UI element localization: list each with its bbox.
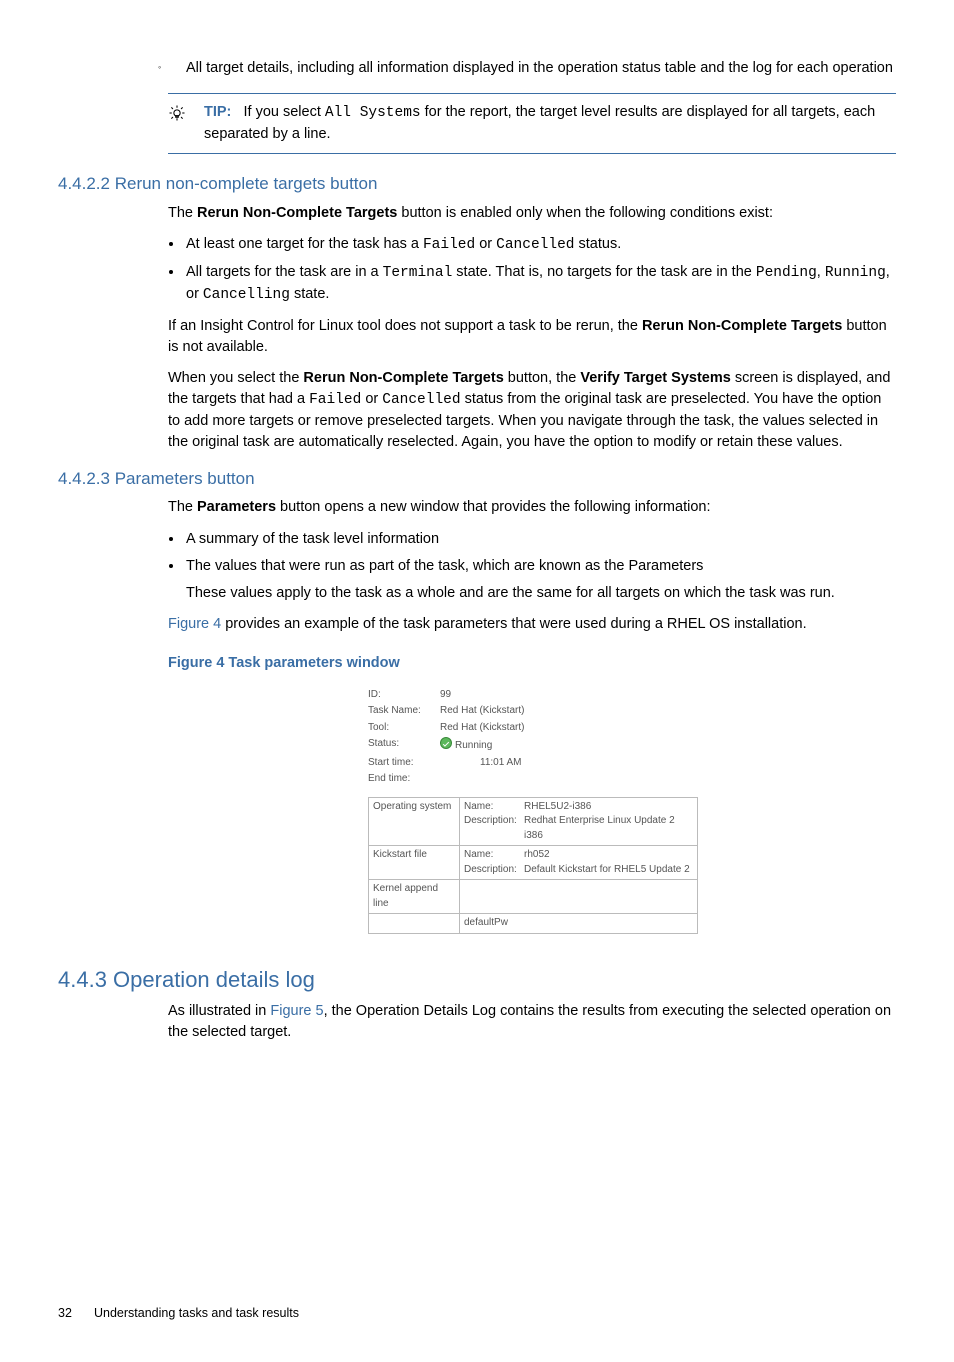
tip-icon [168, 102, 204, 145]
t: All targets for the task are in a [186, 264, 383, 280]
heading-443: 4.4.3 Operation details log [58, 964, 896, 996]
tip-callout: TIP: If you select All Systems for the r… [168, 93, 896, 154]
li-4423-2: The values that were run as part of the … [184, 556, 896, 604]
fig-row1-head: Operating system [369, 797, 460, 846]
table-row: Operating system Name:RHEL5U2-i386 Descr… [369, 797, 698, 846]
fig-params-table: Operating system Name:RHEL5U2-i386 Descr… [368, 797, 698, 934]
p-4422-2: If an Insight Control for Linux tool doe… [168, 316, 896, 358]
t: If an Insight Control for Linux tool doe… [168, 318, 642, 334]
t: rh052 [524, 848, 550, 863]
fig-status-label: Status: [368, 737, 440, 754]
fig-row1-cell: Name:RHEL5U2-i386 Description:Redhat Ent… [460, 797, 698, 846]
li-4422-2: All targets for the task are in a Termin… [184, 262, 896, 306]
t: Rerun Non-Complete Targets [303, 370, 503, 386]
t: The [168, 499, 197, 515]
fig-tool-label: Tool: [368, 721, 440, 736]
fig-row3-head: Kernel append line [369, 880, 460, 914]
t: The values that were run as part of the … [186, 558, 703, 574]
t: At least one target for the task has a [186, 236, 423, 252]
status-ok-icon [440, 737, 452, 749]
fig-row2-cell: Name:rh052 Description:Default Kickstart… [460, 846, 698, 880]
p-443: As illustrated in Figure 5, the Operatio… [168, 1001, 896, 1043]
t: Description: [464, 863, 524, 878]
fig-start-label: Start time: [368, 756, 440, 771]
fig-status-value: Running [440, 737, 698, 754]
t: Cancelling [203, 287, 290, 303]
tip-text: TIP: If you select All Systems for the r… [204, 102, 896, 145]
fig-end-value [440, 772, 698, 787]
fig-row4-cell: defaultPw [460, 914, 698, 934]
fig-row3-cell [460, 880, 698, 914]
top-bullet-text: All target details, including all inform… [186, 60, 893, 76]
t: The [168, 205, 197, 221]
p-4422-3: When you select the Rerun Non-Complete T… [168, 368, 896, 453]
footer-title: Understanding tasks and task results [94, 1306, 299, 1320]
t: Verify Target Systems [580, 370, 730, 386]
t: Name: [464, 800, 524, 815]
t: Description: [464, 814, 524, 843]
table-row: Kickstart file Name:rh052 Description:De… [369, 846, 698, 880]
table-row: defaultPw [369, 914, 698, 934]
page-number: 32 [58, 1304, 94, 1322]
t: Failed [423, 237, 475, 253]
page-footer: 32Understanding tasks and task results [58, 1304, 896, 1322]
top-sub-bullet: ◦All target details, including all infor… [186, 58, 896, 79]
t: Cancelled [496, 237, 574, 253]
t: Name: [464, 848, 524, 863]
t: or [361, 391, 382, 407]
t: When you select the [168, 370, 303, 386]
fig-start-value: 11:01 AM [440, 756, 698, 771]
p-4423-2: Figure 4 provides an example of the task… [168, 614, 896, 635]
t: button is enabled only when the followin… [397, 205, 773, 221]
tip-pre: If you select [243, 104, 324, 120]
t: Redhat Enterprise Linux Update 2 i386 [524, 814, 693, 843]
fig-id-label: ID: [368, 688, 440, 703]
li-4423-1: A summary of the task level information [184, 529, 896, 550]
t: Terminal [383, 265, 453, 281]
t: Running [455, 740, 492, 751]
t: state. That is, no targets for the task … [452, 264, 756, 280]
fig-taskname-value: Red Hat (Kickstart) [440, 704, 698, 719]
t: provides an example of the task paramete… [221, 616, 806, 632]
p-4422-1: The Rerun Non-Complete Targets button is… [168, 203, 896, 224]
figure-4-image: ID:99 Task Name:Red Hat (Kickstart) Tool… [368, 688, 698, 934]
t: Default Kickstart for RHEL5 Update 2 [524, 863, 690, 878]
figure-4-caption: Figure 4 Task parameters window [168, 653, 896, 674]
hollow-bullet-icon: ◦ [158, 61, 186, 74]
t: Pending [756, 265, 817, 281]
t: Running [825, 265, 886, 281]
t: These values apply to the task as a whol… [186, 583, 896, 604]
t: , [817, 264, 825, 280]
heading-4422: 4.4.2.2 Rerun non-complete targets butto… [58, 172, 896, 197]
t: Failed [309, 392, 361, 408]
t: RHEL5U2-i386 [524, 800, 591, 815]
t: state. [290, 286, 330, 302]
figure-4-link[interactable]: Figure 4 [168, 616, 221, 632]
fig-tool-value: Red Hat (Kickstart) [440, 721, 698, 736]
list-4422: At least one target for the task has a F… [184, 234, 896, 306]
fig-taskname-label: Task Name: [368, 704, 440, 719]
t: button, the [504, 370, 581, 386]
heading-4423: 4.4.2.3 Parameters button [58, 467, 896, 492]
t: Cancelled [382, 392, 460, 408]
t: Parameters [197, 499, 276, 515]
table-row: Kernel append line [369, 880, 698, 914]
li-4422-1: At least one target for the task has a F… [184, 234, 896, 256]
t: Rerun Non-Complete Targets [197, 205, 397, 221]
t: Rerun Non-Complete Targets [642, 318, 842, 334]
tip-code: All Systems [325, 105, 421, 121]
fig-row2-head: Kickstart file [369, 846, 460, 880]
t: button opens a new window that provides … [276, 499, 710, 515]
fig-id-value: 99 [440, 688, 698, 703]
fig-end-label: End time: [368, 772, 440, 787]
tip-label: TIP: [204, 104, 231, 120]
t: As illustrated in [168, 1003, 270, 1019]
figure-5-link[interactable]: Figure 5 [270, 1003, 323, 1019]
t: or [475, 236, 496, 252]
t: status. [574, 236, 621, 252]
fig-row4-head [369, 914, 460, 934]
p-4423-1: The Parameters button opens a new window… [168, 497, 896, 518]
list-4423: A summary of the task level information … [184, 529, 896, 604]
